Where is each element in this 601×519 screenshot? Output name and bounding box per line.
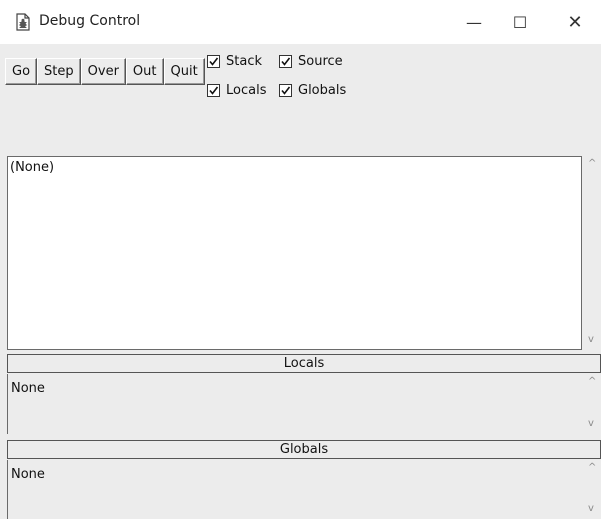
locals-header: Locals — [7, 354, 601, 373]
globals-text: None — [11, 467, 45, 482]
stack-listbox[interactable]: (None) — [7, 156, 582, 350]
maximize-icon: ☐ — [512, 12, 528, 32]
globals-listbox[interactable]: None — [7, 460, 584, 519]
title-bar: Debug Control — ☐ ✕ — [0, 0, 601, 44]
stack-scrollbar[interactable]: ^ v — [584, 156, 601, 350]
checkbox-checked-icon — [207, 55, 220, 68]
scroll-down-icon[interactable]: v — [588, 503, 594, 514]
minimize-icon: — — [466, 12, 482, 32]
stack-checkbox[interactable]: Stack — [207, 54, 262, 69]
stack-text: (None) — [10, 160, 55, 175]
scroll-down-icon[interactable]: v — [588, 334, 594, 345]
globals-header: Globals — [7, 440, 601, 459]
locals-text: None — [11, 381, 45, 396]
source-checkbox[interactable]: Source — [279, 54, 343, 69]
window-title: Debug Control — [39, 13, 141, 29]
quit-button[interactable]: Quit — [163, 58, 205, 85]
over-button[interactable]: Over — [80, 58, 126, 85]
close-button[interactable]: ✕ — [552, 8, 598, 36]
checkbox-checked-icon — [279, 84, 292, 97]
globals-checkbox[interactable]: Globals — [279, 83, 346, 98]
debug-control-body: Go Step Over Out Quit Stack Source Local… — [0, 44, 601, 519]
maximize-button[interactable]: ☐ — [497, 8, 543, 36]
locals-scrollbar[interactable]: ^ v — [584, 374, 601, 434]
scroll-up-icon[interactable]: ^ — [588, 158, 596, 169]
minimize-button[interactable]: — — [451, 8, 497, 36]
step-button[interactable]: Step — [37, 58, 81, 85]
control-buttons: Go Step Over Out Quit — [5, 58, 205, 85]
globals-checkbox-label: Globals — [298, 83, 347, 98]
locals-listbox[interactable]: None — [7, 374, 584, 434]
stack-checkbox-label: Stack — [226, 54, 262, 69]
out-button[interactable]: Out — [125, 58, 164, 85]
scroll-up-icon[interactable]: ^ — [588, 462, 596, 473]
locals-checkbox[interactable]: Locals — [207, 83, 266, 98]
checkbox-checked-icon — [207, 84, 220, 97]
scroll-up-icon[interactable]: ^ — [588, 376, 596, 387]
checkbox-checked-icon — [279, 55, 292, 68]
globals-scrollbar[interactable]: ^ v — [584, 460, 601, 519]
go-button[interactable]: Go — [5, 58, 38, 85]
debug-document-icon — [16, 13, 30, 31]
close-icon: ✕ — [567, 11, 583, 33]
locals-checkbox-label: Locals — [226, 83, 267, 98]
source-checkbox-label: Source — [298, 54, 343, 69]
scroll-down-icon[interactable]: v — [588, 418, 594, 429]
